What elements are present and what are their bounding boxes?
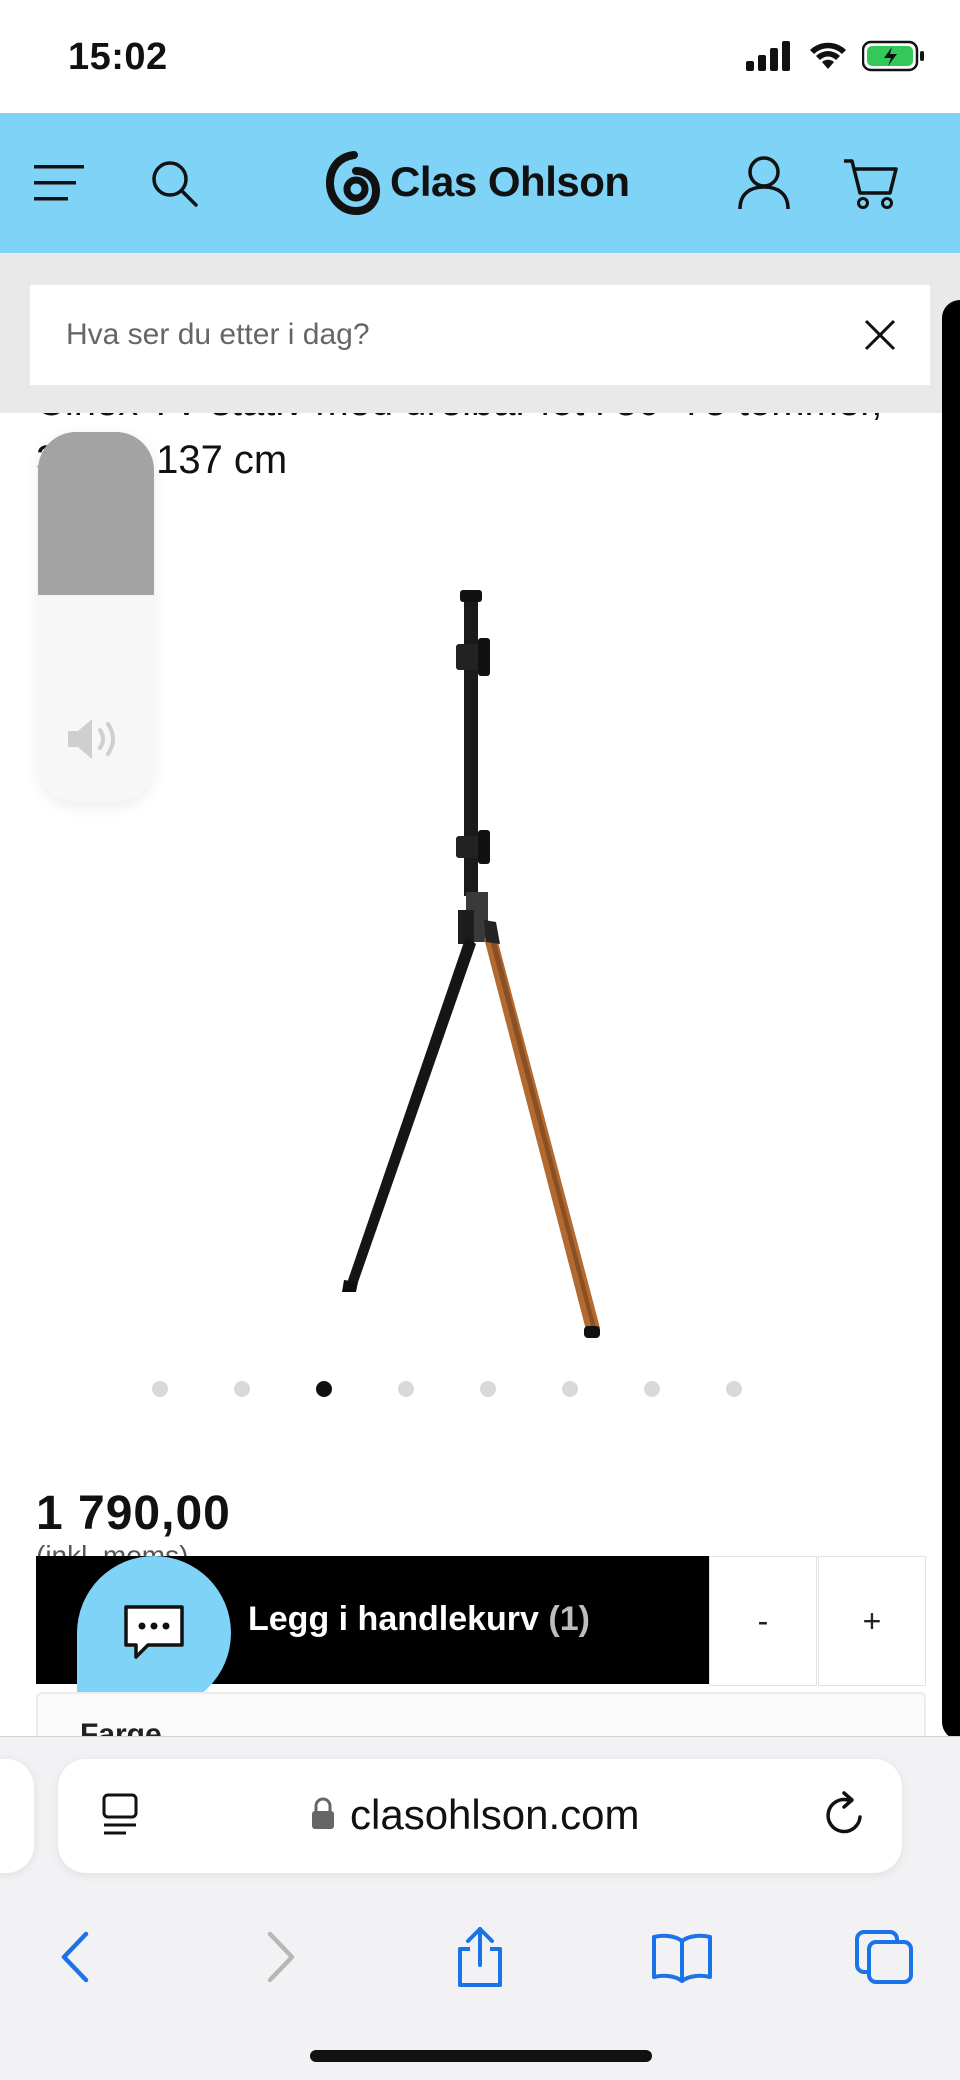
search-icon [152,161,198,207]
search-input[interactable] [64,317,828,353]
menu-button[interactable] [30,113,90,253]
product-image[interactable] [300,580,660,1340]
tabs-icon [855,1930,913,1984]
back-arrow-icon [61,1931,89,1983]
bookmarks-button[interactable] [632,1907,732,2007]
cart-button[interactable] [840,113,900,253]
brand-logo[interactable]: Clas Ohlson [326,149,630,215]
lock-icon [312,1797,334,1829]
cellular-signal-icon [746,41,790,71]
decrease-quantity-button[interactable]: - [709,1556,817,1686]
status-icons [746,40,926,72]
shopping-cart-icon [844,159,898,209]
battery-charging-icon [862,40,924,72]
search-box [30,285,930,385]
chat-button[interactable] [77,1556,231,1710]
book-icon [652,1933,712,1983]
reload-icon[interactable] [822,1791,868,1839]
previous-tab-pill[interactable] [0,1759,34,1873]
browser-toolbar: clasohlson.com [0,1736,960,2080]
back-button[interactable] [24,1907,124,2007]
browser-nav-row [0,1907,960,2007]
device-edge [942,300,960,1740]
gallery-dot[interactable] [726,1381,742,1397]
gallery-dot[interactable] [152,1381,168,1397]
search-button[interactable] [148,113,200,253]
gallery-dot[interactable] [398,1381,414,1397]
product-price: 1 790,00 [36,1487,231,1540]
address-bar[interactable]: clasohlson.com [58,1759,902,1873]
home-indicator [310,2050,652,2062]
forward-button[interactable] [232,1907,332,2007]
gallery-dot[interactable] [480,1381,496,1397]
clas-ohlson-logo-icon [326,151,380,215]
gallery-dot[interactable] [234,1381,250,1397]
reader-mode-icon[interactable] [100,1793,140,1837]
add-to-cart-label: Legg i handlekurv [248,1600,539,1638]
account-button[interactable] [736,113,792,253]
gallery-dot-active[interactable] [316,1381,332,1397]
url-text: clasohlson.com [350,1791,640,1838]
wifi-icon [810,42,846,69]
volume-hud [38,432,154,802]
status-bar: 15:02 [0,0,960,113]
add-to-cart-label-wrap: Legg i handlekurv (1) [248,1600,590,1639]
forward-arrow-icon [267,1931,295,1983]
close-icon [864,319,896,351]
increase-quantity-button[interactable]: + [818,1556,926,1686]
clear-search-button[interactable] [860,315,900,355]
status-time: 15:02 [68,36,168,78]
chat-icon [124,1605,184,1659]
gallery-dot[interactable] [562,1381,578,1397]
search-section [0,253,960,413]
user-icon [738,156,790,210]
hamburger-menu-icon [34,165,84,201]
brand-name: Clas Ohlson [390,158,630,205]
tabs-button[interactable] [834,1907,934,2007]
share-icon [458,1927,502,1987]
gallery-pagination [152,1381,742,1397]
share-button[interactable] [430,1907,530,2007]
gallery-dot[interactable] [644,1381,660,1397]
speaker-icon [68,719,115,759]
tv-stand-image [342,590,600,1338]
volume-level-fill [38,432,154,595]
cart-count: (1) [548,1600,590,1638]
product-title: Cinex TV-stativ med dreibar fot i 50–75 … [36,413,882,482]
site-header: Clas Ohlson [0,113,960,253]
